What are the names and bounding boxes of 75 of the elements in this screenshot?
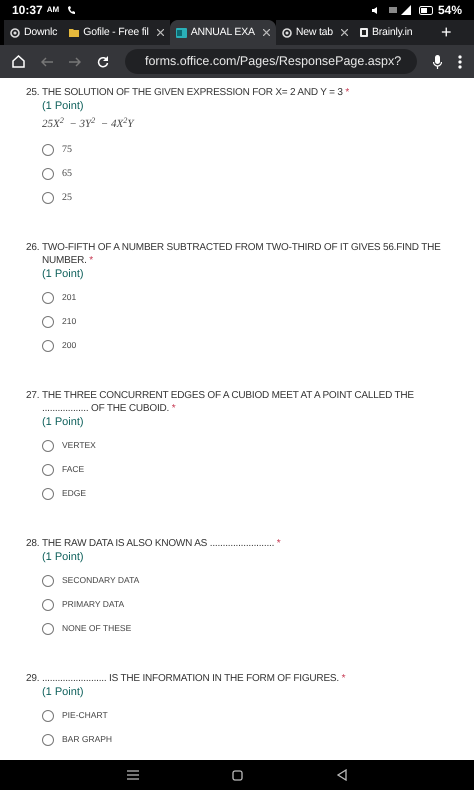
phone-icon <box>67 6 76 14</box>
close-icon[interactable] <box>156 29 164 36</box>
tab-title: Downlc <box>24 24 58 40</box>
radio-button[interactable] <box>42 734 54 746</box>
more-icon[interactable] <box>458 54 462 68</box>
url-text: forms.office.com/Pages/ResponsePage.aspx? <box>145 53 402 70</box>
battery-icon <box>418 6 434 14</box>
option-label[interactable]: NONE OF THESE <box>62 622 132 635</box>
microphone-icon[interactable] <box>433 54 442 68</box>
tab-title: New tab <box>296 24 333 40</box>
back-icon[interactable] <box>337 769 348 781</box>
question-text: THE THREE CONCURRENT EDGES OF A CUBIOD MEET AT A POINT CALLED THE .................. OF THE CUBOID. * <box>42 388 415 414</box>
browser-tab[interactable]: New tab <box>276 20 354 45</box>
option-label[interactable]: 75 <box>62 142 72 157</box>
question-number: 25. <box>26 86 40 99</box>
radio-button[interactable] <box>42 710 54 722</box>
clock-time: 10:37 <box>12 2 43 19</box>
option-label[interactable]: FACE <box>62 463 84 476</box>
question-number: 27. <box>26 388 40 402</box>
page-icon <box>360 28 368 37</box>
radio-button[interactable] <box>42 316 54 328</box>
option-label[interactable]: PRIMARY DATA <box>62 598 124 611</box>
radio-button[interactable] <box>42 598 54 610</box>
points-label: (1 Point) <box>42 266 85 280</box>
close-icon[interactable] <box>262 29 270 36</box>
tab-title: Brainly.in <box>372 24 412 40</box>
browser-tab[interactable]: ANNUAL EXA <box>170 20 276 45</box>
points-label: (1 Point) <box>42 99 85 113</box>
menu-icon[interactable] <box>126 770 139 780</box>
close-icon[interactable] <box>340 29 348 36</box>
points-label: (1 Point) <box>42 550 85 564</box>
question-number: 28. <box>26 536 40 550</box>
option-label[interactable]: PIE-CHART <box>62 709 108 722</box>
option-label[interactable]: 201 <box>62 291 76 304</box>
question-number: 26. <box>26 240 40 254</box>
radio-button[interactable] <box>42 168 54 180</box>
option-label[interactable]: VERTEX <box>62 439 96 452</box>
address-bar[interactable]: forms.office.com/Pages/ResponsePage.aspx? <box>125 49 417 74</box>
question-text: ......................... IS THE INFORMATION IN THE FORM OF FIGURES. * <box>42 672 346 684</box>
expression-text: 25X$^{2}$ − 3Y$^{2}$ − 4X$^{2}$Y <box>42 116 136 132</box>
reload-icon[interactable] <box>97 56 109 68</box>
radio-button[interactable] <box>42 192 54 204</box>
signal-icon <box>388 5 411 15</box>
radio-button[interactable] <box>42 488 54 500</box>
browser-tab[interactable]: Downlc <box>4 20 64 45</box>
option-label[interactable]: 200 <box>62 339 76 352</box>
option-label[interactable]: 25 <box>62 190 72 205</box>
question-number: 29. <box>26 672 40 684</box>
option-label[interactable]: BAR GRAPH <box>62 733 112 746</box>
option-label[interactable]: 65 <box>62 166 72 181</box>
points-label: (1 Point) <box>42 684 85 698</box>
points-label: (1 Point) <box>42 414 85 428</box>
clock-ampm: AM <box>46 4 60 16</box>
question-text: THE RAW DATA IS ALSO KNOWN AS ......................... * <box>42 536 280 550</box>
radio-button[interactable] <box>42 340 54 352</box>
option-label[interactable]: 210 <box>62 315 76 328</box>
radio-button[interactable] <box>42 464 54 476</box>
radio-button[interactable] <box>42 622 54 634</box>
radio-button[interactable] <box>42 440 54 452</box>
option-label[interactable]: EDGE <box>62 487 86 500</box>
browser-tab[interactable]: Gofile - Free fil <box>63 20 170 45</box>
radio-button[interactable] <box>42 574 54 586</box>
tab-title: Gofile - Free fil <box>83 24 149 40</box>
question-text: TWO-FIFTH OF A NUMBER SUBTRACTED FROM TWO-THIRD OF IT GIVES 56.FIND THE NUMBER. * <box>42 240 442 266</box>
back-arrow-icon[interactable] <box>41 56 53 66</box>
battery-percentage: 54% <box>438 2 462 19</box>
home-icon[interactable] <box>232 770 244 780</box>
tab-title: ANNUAL EXA <box>190 24 255 40</box>
radio-button[interactable] <box>42 292 54 304</box>
folder-icon <box>69 28 80 37</box>
option-label[interactable]: SECONDARY DATA <box>62 574 140 587</box>
question-text: THE SOLUTION OF THE GIVEN EXPRESSION FOR X= 2 AND Y = 3 * <box>42 86 350 99</box>
browser-tab[interactable]: Brainly.in <box>354 20 418 45</box>
forward-arrow-icon[interactable] <box>69 56 81 66</box>
radio-button[interactable] <box>42 144 54 156</box>
